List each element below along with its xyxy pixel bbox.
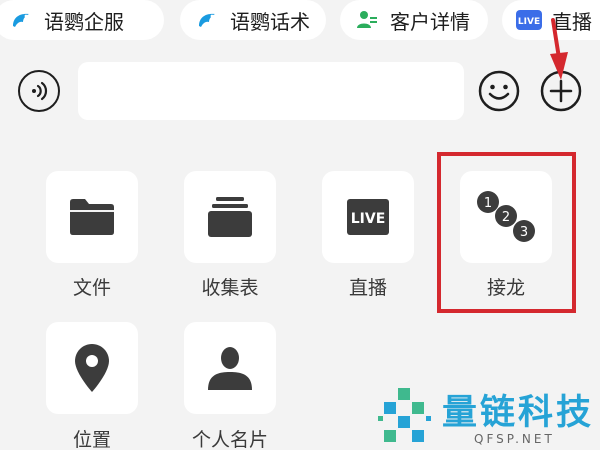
emoji-button[interactable]	[478, 70, 520, 112]
shortcut-yuying-script[interactable]: 语鹦话术	[180, 0, 326, 40]
collection-form-icon	[208, 197, 252, 237]
watermark-url: QFSP.NET	[474, 432, 555, 446]
watermark-name: 量链科技	[442, 393, 595, 433]
location-pin-icon	[75, 344, 109, 392]
function-live[interactable]: LIVE	[322, 171, 414, 263]
relay-number: 3	[520, 225, 528, 240]
parrot-logo-icon	[8, 7, 34, 33]
function-collection-form[interactable]	[184, 171, 276, 263]
function-label: 文件	[72, 277, 111, 299]
message-input[interactable]	[78, 62, 464, 120]
function-relay[interactable]: 1 2 3	[460, 171, 552, 263]
customer-card-icon	[354, 7, 380, 33]
function-label: 直播	[348, 277, 387, 299]
person-card-icon	[208, 347, 252, 390]
voice-icon	[32, 81, 48, 101]
shortcut-label: 语鹦话术	[230, 9, 310, 34]
shortcut-label: 语鹦企服	[44, 9, 124, 34]
shortcut-label: 客户详情	[390, 9, 470, 34]
live-badge-text: LIVE	[518, 17, 540, 27]
function-person-card[interactable]	[184, 322, 276, 414]
shortcut-yuying-service[interactable]: 语鹦企服	[0, 0, 164, 40]
relay-icon: 1 2 3	[477, 191, 535, 242]
function-location[interactable]	[46, 322, 138, 414]
smiley-icon	[478, 70, 520, 112]
voice-input-button[interactable]	[18, 70, 60, 112]
shortcut-bar: 语鹦企服 语鹦话术 客户详情 LIVE 直播	[0, 0, 600, 44]
function-label: 个人名片	[191, 429, 268, 450]
relay-number: 1	[484, 196, 492, 211]
relay-number: 2	[502, 210, 510, 225]
function-label: 收集表	[201, 277, 259, 299]
function-label: 位置	[72, 429, 111, 450]
live-icon-text: LIVE	[351, 211, 386, 227]
annotation-arrow	[550, 18, 568, 80]
live-icon: LIVE	[347, 199, 389, 235]
watermark: 量链科技 QFSP.NET	[376, 384, 600, 450]
folder-icon	[70, 199, 114, 235]
shortcut-customer-detail[interactable]: 客户详情	[340, 0, 488, 40]
watermark-logo-icon	[378, 388, 431, 442]
function-file[interactable]	[46, 171, 138, 263]
parrot-logo-icon	[194, 7, 220, 33]
function-label: 接龙	[486, 277, 525, 299]
